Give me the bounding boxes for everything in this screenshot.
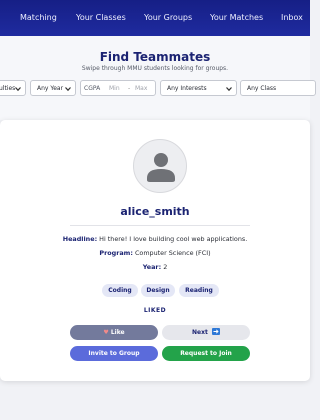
interests-select[interactable]: Any Interests	[160, 80, 237, 96]
interest-tag: Design	[141, 284, 175, 297]
profile-username: alice_smith	[120, 205, 190, 218]
page-header: Find Teammates Swipe through MMU student…	[0, 36, 316, 120]
year-row: Year: 2	[0, 263, 310, 271]
cgpa-separator: -	[128, 85, 131, 92]
year-label: Year:	[142, 263, 162, 271]
headline-row: Headline: Hi there! I love building cool…	[0, 235, 310, 243]
next-key-icon	[211, 328, 220, 335]
year-select-value: Any Year	[37, 85, 64, 92]
next-button-label: Next	[192, 329, 208, 336]
program-value: Computer Science (FCI)	[134, 249, 211, 257]
headline-label: Headline:	[62, 235, 98, 243]
chevron-down-icon	[65, 87, 71, 92]
user-silhouette-icon	[147, 153, 175, 182]
nav-item-your-classes[interactable]: Your Classes	[76, 0, 126, 36]
nav-item-your-matches[interactable]: Your Matches	[210, 0, 263, 36]
chevron-down-icon	[226, 87, 232, 92]
year-value: 2	[163, 263, 168, 271]
nav-item-matching[interactable]: Matching	[20, 0, 57, 36]
interest-tag: Reading	[179, 284, 219, 297]
request-to-join-button[interactable]: Request to Join	[162, 346, 250, 361]
nav-item-inbox[interactable]: Inbox	[281, 0, 303, 36]
cgpa-min-input[interactable]: Min	[109, 83, 125, 94]
invite-to-group-button[interactable]: Invite to Group	[70, 346, 158, 361]
program-label: Program:	[99, 249, 133, 257]
heart-icon: ♥	[103, 329, 109, 336]
match-status-label: LIKED	[143, 307, 167, 314]
profile-card: alice_smith Headline: Hi there! I love b…	[0, 120, 310, 381]
interest-tag: Coding	[102, 284, 138, 297]
interests-select-value: Any Interests	[167, 85, 207, 92]
nav-item-your-groups[interactable]: Your Groups	[144, 0, 192, 36]
faculty-select[interactable]: ulties	[0, 80, 26, 96]
avatar	[133, 139, 187, 193]
cgpa-label: CGPA	[84, 85, 101, 92]
page-title: Find Teammates	[99, 50, 211, 64]
divider	[70, 225, 250, 226]
top-nav: Matching Your Classes Your Groups Your M…	[0, 0, 310, 36]
like-button[interactable]: ♥ Like	[70, 325, 158, 340]
cgpa-filter: CGPA Min - Max	[80, 80, 156, 96]
headline-value: Hi there! I love building cool web appli…	[99, 235, 248, 243]
like-button-label: Like	[110, 329, 125, 336]
year-select[interactable]: Any Year	[30, 80, 76, 96]
next-button[interactable]: Next	[162, 325, 250, 340]
program-row: Program: Computer Science (FCI)	[0, 249, 310, 257]
page-subtitle: Swipe through MMU students looking for g…	[81, 65, 229, 72]
class-select[interactable]: Any Class	[240, 80, 316, 96]
chevron-down-icon	[15, 87, 21, 92]
cgpa-max-input[interactable]: Max	[135, 83, 153, 94]
class-select-value: Any Class	[247, 85, 277, 92]
